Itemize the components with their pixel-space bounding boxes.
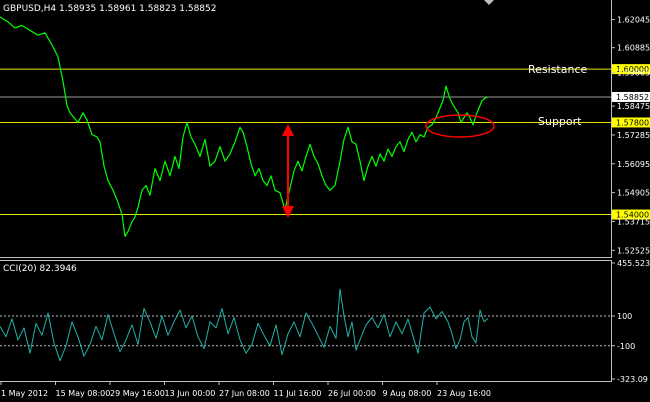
y-tick-label: 1.56095 (617, 160, 650, 169)
x-tick-label: 29 May 16:00 (110, 389, 165, 398)
x-tick-label: 15 May 08:00 (56, 389, 111, 398)
y-tick-label: 1.57285 (617, 131, 650, 140)
x-tick-label: 27 Jun 08:00 (219, 389, 270, 398)
cci-tick-label: -100 (617, 342, 635, 351)
x-tick-label: 9 Aug 08:00 (383, 389, 432, 398)
y-tick-label: 1.59865 (617, 68, 650, 77)
support-label: Support (538, 115, 582, 128)
y-tick-label: 1.53715 (617, 217, 650, 226)
level-label: 1.57800 (616, 118, 649, 127)
current-price-label: 1.58852 (616, 93, 649, 102)
y-tick-label: 1.62045 (617, 16, 650, 25)
x-tick-label: 11 Jul 16:00 (274, 389, 322, 398)
y-tick-label: 1.54905 (617, 189, 650, 198)
resistance-label: Resistance (528, 63, 588, 76)
main-y-axis: 1.62045 1.60885 1.59865 1.58475 1.57285 1.560… (611, 16, 650, 255)
cci-tick-label: 455.5233 (617, 259, 650, 268)
cci-title: CCI(20) 82.3946 (3, 264, 77, 274)
main-chart-title: GBPUSD,H4 1.58935 1.58961 1.58823 1.5885… (3, 4, 216, 14)
y-tick-label: 1.58475 (617, 102, 650, 111)
background (0, 0, 650, 402)
y-tick-label: 1.52525 (617, 246, 650, 255)
x-tick-label: 23 Aug 16:00 (437, 389, 491, 398)
x-tick-label: 13 Jun 00:00 (165, 389, 216, 398)
x-tick-label: 26 Jul 00:00 (328, 389, 376, 398)
y-tick-label: 1.60885 (617, 44, 650, 53)
cci-tick-label: 100 (617, 312, 632, 321)
cci-tick-label: -323.09 (617, 375, 648, 384)
chart-root: 1.600001.578001.540001.58852 1.620451.60… (0, 0, 650, 402)
x-tick-label: 1 May 2012 (1, 389, 48, 398)
